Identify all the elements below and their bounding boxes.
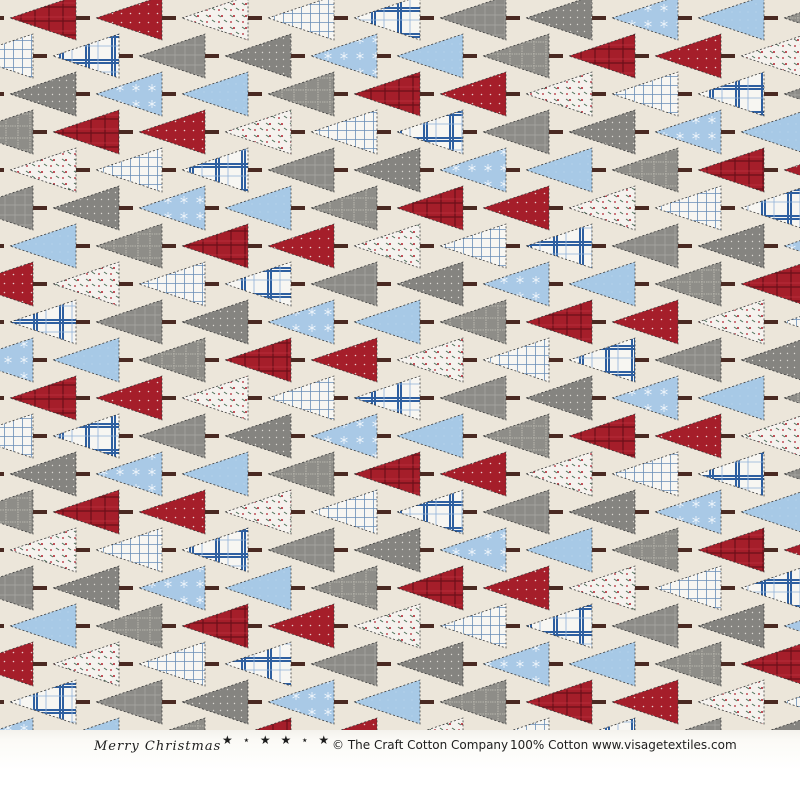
fabric-selvedge: Merry Christmas ★ ⋆ ★ ★ ⋆ ★ © The Craft … (0, 730, 800, 800)
selvedge-website: www.visagetextiles.com (592, 738, 737, 752)
selvedge-slogan: Merry Christmas (94, 739, 222, 754)
selvedge-fibre-content: 100% Cotton (510, 738, 589, 752)
star-glyphs: ★ ⋆ ★ ★ ⋆ ★ (222, 733, 333, 747)
tree-pattern (0, 0, 800, 800)
selvedge-copyright: © The Craft Cotton Company (332, 738, 509, 752)
christmas-tree-fabric-print (0, 0, 800, 800)
